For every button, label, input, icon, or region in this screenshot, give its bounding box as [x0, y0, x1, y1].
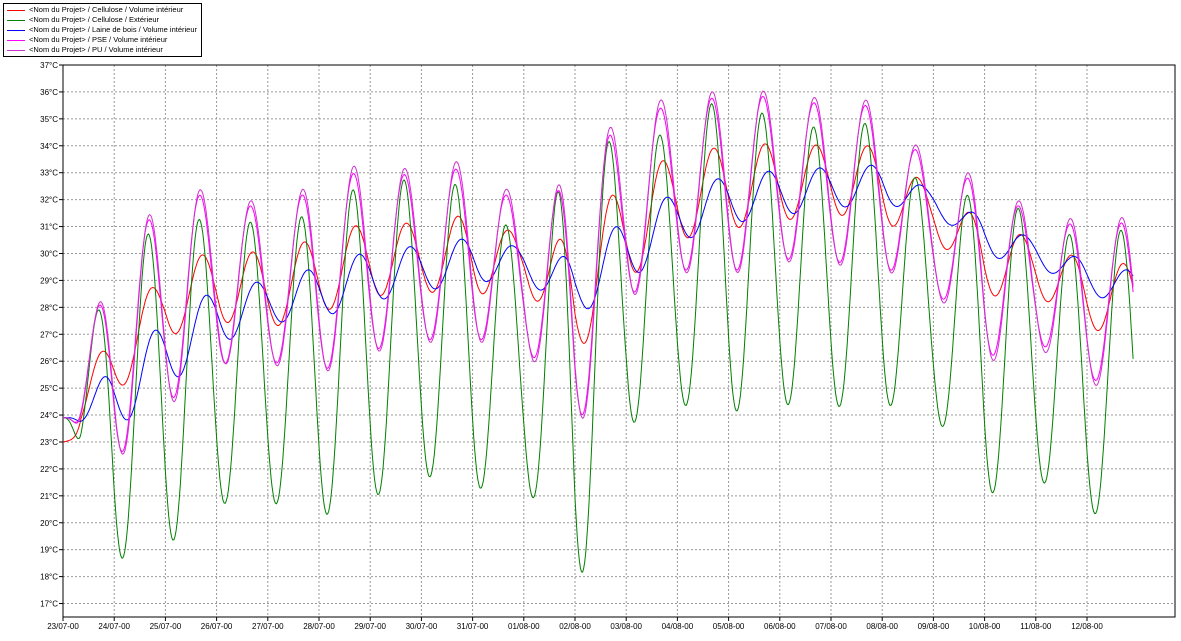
- legend-item: <Nom du Projet> / Laine de bois / Volume…: [7, 25, 197, 35]
- x-tick-label: 29/07-00: [354, 622, 386, 631]
- x-tick-label: 06/08-00: [764, 622, 796, 631]
- y-tick-label: 18°C: [40, 573, 58, 582]
- x-tick-label: 02/08-00: [559, 622, 591, 631]
- y-tick-label: 35°C: [40, 115, 58, 124]
- x-tick-label: 23/07-00: [47, 622, 79, 631]
- x-tick-label: 09/08-00: [918, 622, 950, 631]
- x-tick-label: 11/08-00: [1020, 622, 1052, 631]
- legend-swatch: [7, 19, 25, 21]
- plot-frame: [62, 64, 1176, 618]
- y-tick-label: 31°C: [40, 223, 58, 232]
- y-tick-label: 23°C: [40, 438, 58, 447]
- x-tick-label: 26/07-00: [201, 622, 233, 631]
- x-tick-label: 31/07-00: [457, 622, 489, 631]
- x-tick-label: 30/07-00: [406, 622, 438, 631]
- chart-root: 17°C 18°C 19°C 20°C 21°C 22°C 23°C 24°C 25°C 26°C…: [0, 0, 1181, 636]
- x-tick-label: 27/07-00: [252, 622, 284, 631]
- y-tick-label: 30°C: [40, 249, 58, 258]
- y-tick-label: 20°C: [40, 519, 58, 528]
- y-tick-label: 36°C: [40, 88, 58, 97]
- legend-item: <Nom du Projet> / PSE / Volume intérieur: [7, 35, 197, 45]
- grid-layer: [63, 64, 1175, 617]
- y-tick-label: 34°C: [40, 142, 58, 151]
- legend-swatch: [7, 9, 25, 11]
- y-tick-label: 25°C: [40, 384, 58, 393]
- series-line-1: [62, 102, 1134, 573]
- legend-item: <Nom du Projet> / PU / Volume intérieur: [7, 45, 197, 55]
- y-tick-label: 29°C: [40, 276, 58, 285]
- x-tick-label: 12/08-00: [1071, 622, 1103, 631]
- legend-label: <Nom du Projet> / PSE / Volume intérieur: [29, 35, 168, 44]
- y-tick-label: 37°C: [40, 61, 58, 70]
- y-tick-label: 27°C: [40, 330, 58, 339]
- legend-item: <Nom du Projet> / Cellulose / Volume int…: [7, 5, 197, 15]
- x-tick-label: 10/08-00: [969, 622, 1001, 631]
- x-tick-label: 24/07-00: [98, 622, 130, 631]
- y-tick-label: 21°C: [40, 492, 58, 501]
- y-tick-label: 17°C: [40, 600, 58, 609]
- x-tick-label: 28/07-00: [303, 622, 335, 631]
- x-tick-label: 08/08-00: [866, 622, 898, 631]
- legend-item: <Nom du Projet> / Cellulose / Extérieur: [7, 15, 197, 25]
- legend-label: <Nom du Projet> / Laine de bois / Volume…: [29, 25, 198, 34]
- y-tick-label: 19°C: [40, 546, 58, 555]
- x-tick-label: 01/08-00: [508, 622, 540, 631]
- x-tick-label: 07/08-00: [815, 622, 847, 631]
- legend-label: <Nom du Projet> / PU / Volume intérieur: [29, 45, 163, 54]
- legend-swatch: [7, 39, 25, 41]
- y-tick-label: 24°C: [40, 411, 58, 420]
- y-tick-label: 22°C: [40, 465, 58, 474]
- legend-swatch: [7, 49, 25, 51]
- y-tick-label: 28°C: [40, 303, 58, 312]
- y-tick-label: 26°C: [40, 357, 58, 366]
- legend-label: <Nom du Projet> / Cellulose / Extérieur: [29, 15, 160, 24]
- x-tick-label: 03/08-00: [610, 622, 642, 631]
- y-tick-label: 32°C: [40, 196, 58, 205]
- x-tick-label: 05/08-00: [713, 622, 745, 631]
- y-tick-label: 33°C: [40, 169, 58, 178]
- legend-label: <Nom du Projet> / Cellulose / Volume int…: [29, 5, 184, 14]
- legend-swatch: [7, 29, 25, 31]
- x-tick-label: 04/08-00: [662, 622, 694, 631]
- chart-canvas: 17°C 18°C 19°C 20°C 21°C 22°C 23°C 24°C 25°C 26°C…: [40, 61, 1176, 631]
- x-tick-label: 25/07-00: [150, 622, 182, 631]
- chart-legend: <Nom du Projet> / Cellulose / Volume int…: [3, 3, 203, 57]
- series-layer: [62, 90, 1134, 573]
